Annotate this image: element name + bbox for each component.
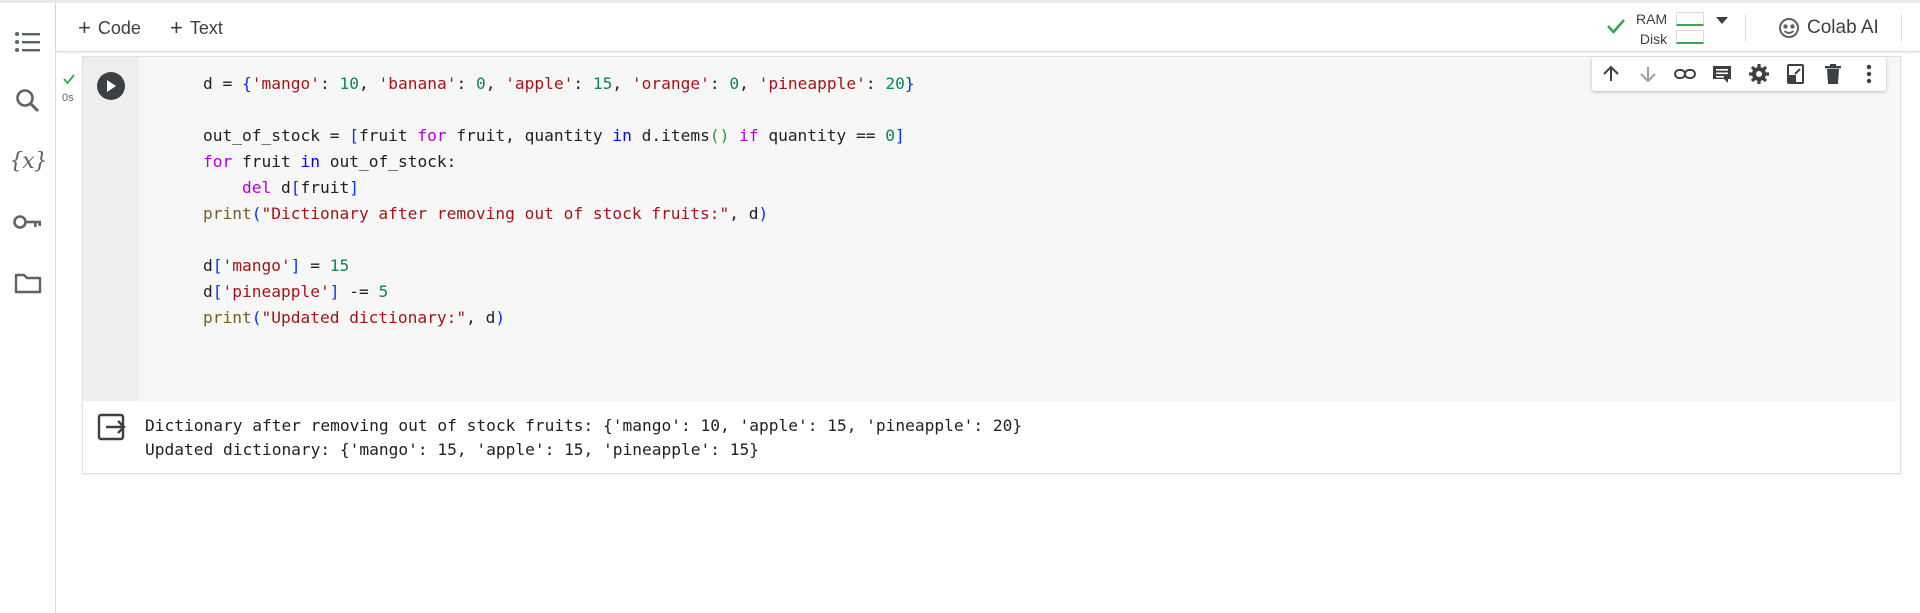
files-folder-icon <box>14 273 42 294</box>
plus-icon: + <box>170 15 183 40</box>
code-line: print("Dictionary after removing out of … <box>203 204 769 223</box>
code-editor[interactable]: d = {'mango': 10, 'banana': 0, 'apple': … <box>139 57 1900 401</box>
side-rail: {x} <box>0 3 56 613</box>
list-icon <box>15 32 40 52</box>
disk-meter <box>1676 30 1704 44</box>
play-icon <box>107 80 116 92</box>
move-up-icon[interactable] <box>1594 57 1628 91</box>
add-code-button[interactable]: + Code <box>78 13 141 43</box>
disk-label: Disk <box>1639 31 1668 47</box>
link-icon[interactable] <box>1668 57 1702 91</box>
code-cell[interactable]: d = {'mango': 10, 'banana': 0, 'apple': … <box>83 57 1900 473</box>
output-line: Updated dictionary: {'mango': 15, 'apple… <box>145 440 759 459</box>
output-text: Dictionary after removing out of stock f… <box>145 414 1022 462</box>
folder-icon[interactable] <box>11 266 45 300</box>
cell-gutter <box>83 57 139 401</box>
comment-icon[interactable] <box>1705 57 1739 91</box>
variables-icon[interactable]: {x} <box>9 144 47 178</box>
variables-glyph: {x} <box>9 148 47 174</box>
more-icon[interactable] <box>1852 57 1886 91</box>
colab-ai-label: Colab AI <box>1807 17 1879 38</box>
output-line: Dictionary after removing out of stock f… <box>145 416 1023 435</box>
move-down-icon[interactable] <box>1631 57 1665 91</box>
mirror-cell-icon[interactable] <box>1779 57 1813 91</box>
table-of-contents-icon[interactable] <box>11 25 45 59</box>
connected-check-icon <box>1607 19 1625 34</box>
divider <box>1901 14 1902 42</box>
code-line: del d[fruit] <box>241 178 359 197</box>
code-line: for fruit in out_of_stock: <box>203 152 457 171</box>
colab-ai-button[interactable]: Colab AI <box>1778 13 1879 43</box>
secrets-key-icon <box>13 215 41 229</box>
code-line: d = {'mango': 10, 'banana': 0, 'apple': … <box>203 74 915 93</box>
cell-toolbar <box>1592 57 1886 91</box>
ram-label: RAM <box>1636 11 1668 27</box>
cell-output: Dictionary after removing out of stock f… <box>83 401 1900 473</box>
colab-ai-icon <box>1779 18 1799 38</box>
code-line: d['mango'] = 15 <box>203 256 350 275</box>
notebook-toolbar: + Code + Text RAM Disk Colab AI <box>56 3 1920 52</box>
code-line: print("Updated dictionary:", d) <box>203 308 506 327</box>
runtime-dropdown-icon[interactable] <box>1716 17 1728 24</box>
settings-icon[interactable] <box>1742 57 1776 91</box>
resource-labels[interactable]: RAM Disk <box>1636 9 1667 49</box>
add-code-label: Code <box>97 17 141 38</box>
add-text-button[interactable]: + Text <box>170 13 223 43</box>
delete-icon[interactable] <box>1816 57 1850 91</box>
output-actions-icon[interactable] <box>97 413 127 441</box>
code-content: d = {'mango': 10, 'banana': 0, 'apple': … <box>203 71 915 331</box>
key-icon[interactable] <box>11 205 45 239</box>
add-text-label: Text <box>189 17 223 38</box>
resource-meters[interactable] <box>1676 12 1704 48</box>
execution-success-check-icon <box>63 74 75 85</box>
magnifier-icon <box>16 89 40 113</box>
ram-meter <box>1676 12 1704 26</box>
search-icon[interactable] <box>11 84 45 118</box>
divider <box>1745 14 1746 42</box>
run-cell-button[interactable] <box>97 72 125 100</box>
code-line: d['pineapple'] -= 5 <box>203 282 389 301</box>
execution-time: 0s <box>62 92 74 104</box>
code-line: out_of_stock = [fruit for fruit, quantit… <box>203 126 905 145</box>
plus-icon: + <box>78 15 91 40</box>
